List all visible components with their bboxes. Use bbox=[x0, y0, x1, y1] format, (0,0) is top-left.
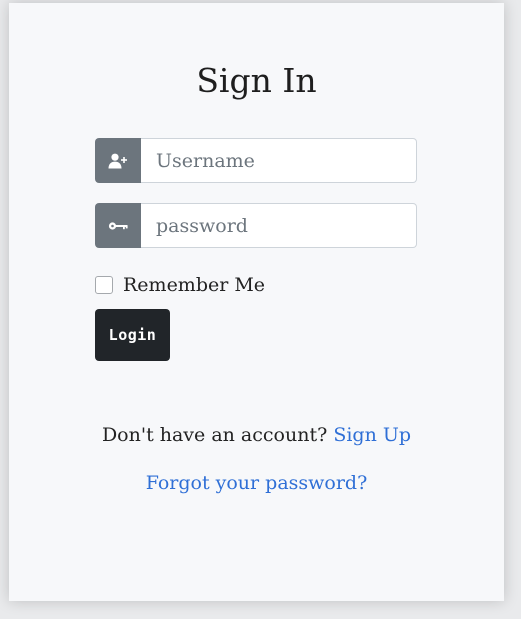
remember-me-label[interactable]: Remember Me bbox=[123, 274, 265, 296]
signup-prompt-text: Don't have an account? bbox=[101, 424, 328, 446]
login-card: Sign In Remember Me Login bbox=[9, 3, 504, 601]
signup-prompt: Don't have an account? Sign Up bbox=[9, 421, 504, 449]
password-group bbox=[95, 203, 417, 248]
key-icon bbox=[95, 203, 141, 248]
login-button[interactable]: Login bbox=[95, 309, 170, 361]
username-input[interactable] bbox=[141, 138, 417, 183]
page-title: Sign In bbox=[196, 61, 317, 100]
forgot-password-link[interactable]: Forgot your password? bbox=[146, 472, 368, 494]
forgot-password: Forgot your password? bbox=[9, 469, 504, 497]
password-input[interactable] bbox=[141, 203, 417, 248]
user-plus-icon bbox=[95, 138, 141, 183]
remember-me: Remember Me bbox=[95, 271, 265, 299]
username-group bbox=[95, 138, 417, 183]
remember-me-checkbox[interactable] bbox=[95, 276, 113, 294]
signup-link[interactable]: Sign Up bbox=[333, 424, 411, 446]
